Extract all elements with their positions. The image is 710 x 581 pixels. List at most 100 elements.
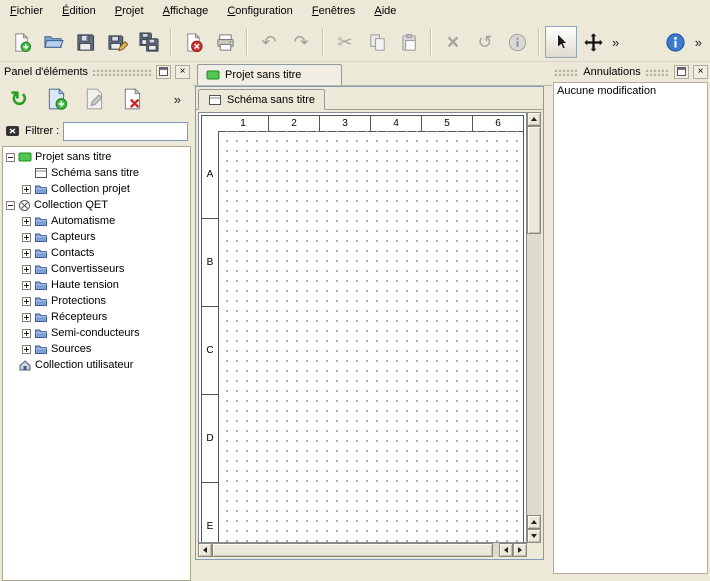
menu-fenetres[interactable]: Fenêtres <box>304 0 363 23</box>
menu-edition[interactable]: Édition <box>54 0 104 23</box>
tree-item-collection-projet[interactable]: Collection projet <box>3 181 190 197</box>
elements-panel-toolbar: ↻ » <box>0 80 193 118</box>
about-info-icon <box>665 32 686 53</box>
save-as-button[interactable] <box>101 26 133 58</box>
dotted-grid[interactable] <box>218 131 524 543</box>
reload-collections-button[interactable]: ↻ <box>4 84 34 114</box>
tree-item-capteurs[interactable]: Capteurs <box>3 229 190 245</box>
left-arrow-icon <box>504 547 508 553</box>
expand-expander-icon[interactable] <box>22 329 31 338</box>
info-button[interactable] <box>501 26 533 58</box>
expand-expander-icon[interactable] <box>22 217 31 226</box>
undo-dock-titlebar[interactable]: Annulations × <box>552 62 710 80</box>
horizontal-scroll-thumb[interactable] <box>212 543 493 557</box>
clear-filter-icon[interactable] <box>5 123 21 139</box>
expand-expander-icon[interactable] <box>22 265 31 274</box>
tree-item-label: Haute tension <box>51 279 119 291</box>
collapse-expander-icon[interactable] <box>6 153 15 162</box>
open-file-button[interactable] <box>37 26 69 58</box>
expand-expander-icon[interactable] <box>22 345 31 354</box>
expand-expander-icon[interactable] <box>22 249 31 258</box>
tree-item-project[interactable]: Projet sans titre <box>3 149 190 165</box>
schema-tab-icon <box>208 94 222 106</box>
copy-button[interactable] <box>361 26 393 58</box>
tab-schema-sans-titre[interactable]: Schéma sans titre <box>198 89 325 110</box>
vertical-scrollbar[interactable] <box>527 112 541 543</box>
delete-button[interactable]: × <box>437 26 469 58</box>
menu-projet[interactable]: Projet <box>107 0 152 23</box>
print-button[interactable] <box>209 26 241 58</box>
toolbar-overflow-icon[interactable]: » <box>609 36 622 49</box>
select-tool-button[interactable] <box>545 26 577 58</box>
project-subwindow: Schéma sans titre 1 2 3 4 5 6 <box>195 86 544 560</box>
schema-icon <box>34 167 48 179</box>
horizontal-scrollbar[interactable] <box>198 543 527 557</box>
tree-item-contacts[interactable]: Contacts <box>3 245 190 261</box>
dock-close-button[interactable]: × <box>175 65 190 79</box>
new-file-button[interactable] <box>5 26 37 58</box>
filter-input[interactable] <box>63 122 188 141</box>
tab-projet-sans-titre[interactable]: Projet sans titre <box>197 64 342 85</box>
about-button[interactable] <box>660 26 692 58</box>
expand-expander-icon[interactable] <box>22 297 31 306</box>
tree-item-protections[interactable]: Protections <box>3 293 190 309</box>
elements-tree[interactable]: Projet sans titre Schéma sans titre Coll… <box>2 146 191 581</box>
new-element-button[interactable] <box>42 84 72 114</box>
elements-panel-title: Panel d'éléments <box>4 66 88 78</box>
undo-icon: ↶ <box>261 33 276 51</box>
scroll-up-button-2[interactable] <box>527 515 541 529</box>
vertical-scroll-thumb[interactable] <box>527 126 541 234</box>
menu-affichage[interactable]: Affichage <box>155 0 217 23</box>
paste-button[interactable] <box>393 26 425 58</box>
expand-expander-icon[interactable] <box>22 313 31 322</box>
menu-fichier[interactable]: Fichier <box>2 0 51 23</box>
scroll-right-button[interactable] <box>513 543 527 557</box>
tree-item-collection-utilisateur[interactable]: Collection utilisateur <box>3 357 190 373</box>
undo-empty-item[interactable]: Aucune modification <box>557 85 704 97</box>
tree-item-convertisseurs[interactable]: Convertisseurs <box>3 261 190 277</box>
elements-panel-titlebar[interactable]: Panel d'éléments × <box>0 62 193 80</box>
scroll-left-button[interactable] <box>198 543 212 557</box>
move-tool-button[interactable] <box>577 26 609 58</box>
save-all-icon <box>139 32 160 53</box>
undo-button[interactable]: ↶ <box>253 26 285 58</box>
expand-expander-icon[interactable] <box>22 281 31 290</box>
tree-item-recepteurs[interactable]: Récepteurs <box>3 309 190 325</box>
float-icon <box>159 67 168 76</box>
row-header: D <box>201 395 219 483</box>
dock-grip <box>92 68 152 76</box>
collapse-expander-icon[interactable] <box>6 201 15 210</box>
cut-button[interactable]: ✂ <box>329 26 361 58</box>
close-file-button[interactable] <box>177 26 209 58</box>
delete-element-button[interactable] <box>118 84 148 114</box>
dock-float-button[interactable] <box>156 65 171 79</box>
undo-history-list[interactable]: Aucune modification <box>553 82 708 574</box>
tree-item-schema[interactable]: Schéma sans titre <box>3 165 190 181</box>
menu-aide[interactable]: Aide <box>366 0 404 23</box>
menu-configuration[interactable]: Configuration <box>219 0 300 23</box>
diagram-canvas[interactable]: 1 2 3 4 5 6 A B C D E <box>198 112 527 543</box>
dock-float-button[interactable] <box>674 65 689 79</box>
rotate-icon: ↺ <box>477 33 492 51</box>
tree-item-automatisme[interactable]: Automatisme <box>3 213 190 229</box>
dock-close-button[interactable]: × <box>693 65 708 79</box>
edit-element-button[interactable] <box>80 84 110 114</box>
tree-item-sources[interactable]: Sources <box>3 341 190 357</box>
toolbar-overflow-icon-2[interactable]: » <box>692 36 705 49</box>
redo-button[interactable]: ↷ <box>285 26 317 58</box>
save-button[interactable] <box>69 26 101 58</box>
expand-expander-icon[interactable] <box>22 233 31 242</box>
close-icon: × <box>180 67 186 77</box>
scroll-left-button-2[interactable] <box>499 543 513 557</box>
save-all-button[interactable] <box>133 26 165 58</box>
tree-item-collection-qet[interactable]: Collection QET <box>3 197 190 213</box>
scroll-up-button[interactable] <box>527 112 541 126</box>
tree-item-haute-tension[interactable]: Haute tension <box>3 277 190 293</box>
rotate-button[interactable]: ↺ <box>469 26 501 58</box>
expand-expander-icon[interactable] <box>22 185 31 194</box>
tree-item-semi-conducteurs[interactable]: Semi-conducteurs <box>3 325 190 341</box>
scroll-down-button[interactable] <box>527 529 541 543</box>
filter-row: Filtrer : <box>0 118 193 144</box>
panel-toolbar-overflow-icon[interactable]: » <box>171 93 184 106</box>
delete-icon: × <box>447 32 459 53</box>
